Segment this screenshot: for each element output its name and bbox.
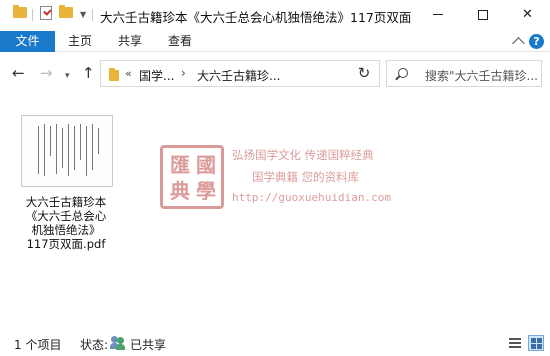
- file-list: 大六壬古籍珍本 《大六壬总会心 机独悟绝法》 117页双面.pdf 匯 國 典 …: [0, 93, 550, 331]
- properties-icon[interactable]: [40, 6, 52, 20]
- large-icons-view-icon[interactable]: [528, 335, 544, 351]
- pdf-thumbnail: [21, 115, 113, 187]
- folder-icon: [13, 5, 27, 18]
- up-button[interactable]: ↑: [82, 65, 95, 81]
- details-view-icon[interactable]: [507, 335, 523, 351]
- breadcrumb-segment[interactable]: 国学...: [139, 67, 174, 84]
- file-name-line: 大六壬古籍珍本: [25, 195, 107, 209]
- tab-file[interactable]: 文件: [0, 31, 55, 52]
- seal-char: 典: [170, 179, 190, 203]
- status-bar: 1 个项目 状态: 已共享: [0, 331, 550, 356]
- close-icon: ✕: [522, 7, 533, 22]
- divider: [92, 9, 93, 21]
- folder-icon: [109, 68, 119, 81]
- refresh-icon: ↻: [357, 64, 371, 82]
- quick-access-dropdown-icon[interactable]: ▼: [80, 10, 86, 19]
- status-value: 已共享: [130, 338, 167, 352]
- breadcrumb-segment[interactable]: 大六壬古籍珍...: [197, 67, 280, 84]
- expand-ribbon-icon[interactable]: [512, 37, 525, 50]
- search-box[interactable]: 搜索"大六壬古籍珍...: [386, 60, 542, 87]
- window-title: 大六壬古籍珍本《大六壬总会心机独悟绝法》117页双面: [100, 10, 412, 25]
- file-name[interactable]: 大六壬古籍珍本 《大六壬总会心 机独悟绝法》 117页双面.pdf: [17, 195, 115, 251]
- watermark: 匯 國 典 學 弘扬国学文化 传递国粹经典 国学典籍 您的资料库 http://…: [160, 145, 400, 215]
- seal-char: 匯: [170, 153, 190, 177]
- back-button[interactable]: ←: [12, 65, 25, 81]
- help-icon[interactable]: ?: [529, 34, 544, 49]
- file-name-line: 《大六壬总会心: [25, 209, 107, 223]
- item-count: 1 个项目: [14, 338, 62, 352]
- maximize-icon: [477, 9, 488, 20]
- refresh-button[interactable]: ↻: [350, 60, 380, 87]
- status-label: 状态:: [80, 338, 109, 352]
- forward-button[interactable]: →: [40, 65, 53, 81]
- watermark-url: http://guoxuehuidian.com: [232, 191, 391, 204]
- divider: [32, 9, 33, 21]
- seal-logo: 匯 國 典 學: [160, 145, 224, 209]
- overflow-chevron[interactable]: «: [125, 67, 132, 80]
- search-icon: [398, 68, 408, 78]
- watermark-slogan: 国学典籍 您的资料库: [252, 170, 360, 184]
- address-bar[interactable]: « 国学... › 大六壬古籍珍... ⌄: [100, 60, 438, 87]
- file-name-line: 机独悟绝法》: [31, 223, 101, 237]
- breadcrumb-separator[interactable]: ›: [181, 66, 186, 80]
- navigation-bar: ← → ▾ ↑ « 国学... › 大六壬古籍珍... ⌄ ↻ 搜索"大六壬古籍…: [0, 53, 550, 93]
- close-button[interactable]: ✕: [505, 0, 550, 31]
- tab-view[interactable]: 查看: [158, 31, 202, 52]
- watermark-slogan: 弘扬国学文化 传递国粹经典: [232, 148, 374, 162]
- tab-share[interactable]: 共享: [108, 31, 152, 52]
- minimize-icon: [432, 14, 443, 15]
- new-folder-icon[interactable]: [59, 5, 73, 18]
- seal-char: 國: [196, 153, 216, 177]
- recent-locations-icon[interactable]: ▾: [65, 68, 70, 84]
- file-item[interactable]: 大六壬古籍珍本 《大六壬总会心 机独悟绝法》 117页双面.pdf: [17, 111, 115, 261]
- ribbon-tabs: 文件 主页 共享 查看 ?: [0, 31, 550, 52]
- search-input[interactable]: 搜索"大六壬古籍珍...: [425, 67, 538, 84]
- shared-users-icon: [110, 336, 126, 350]
- maximize-button[interactable]: [460, 0, 505, 31]
- tab-home[interactable]: 主页: [58, 31, 102, 52]
- seal-char: 學: [196, 179, 216, 203]
- minimize-button[interactable]: [415, 0, 460, 31]
- title-bar: ▼ 大六壬古籍珍本《大六壬总会心机独悟绝法》117页双面 ✕: [0, 0, 550, 31]
- file-name-line: 117页双面.pdf: [26, 237, 106, 251]
